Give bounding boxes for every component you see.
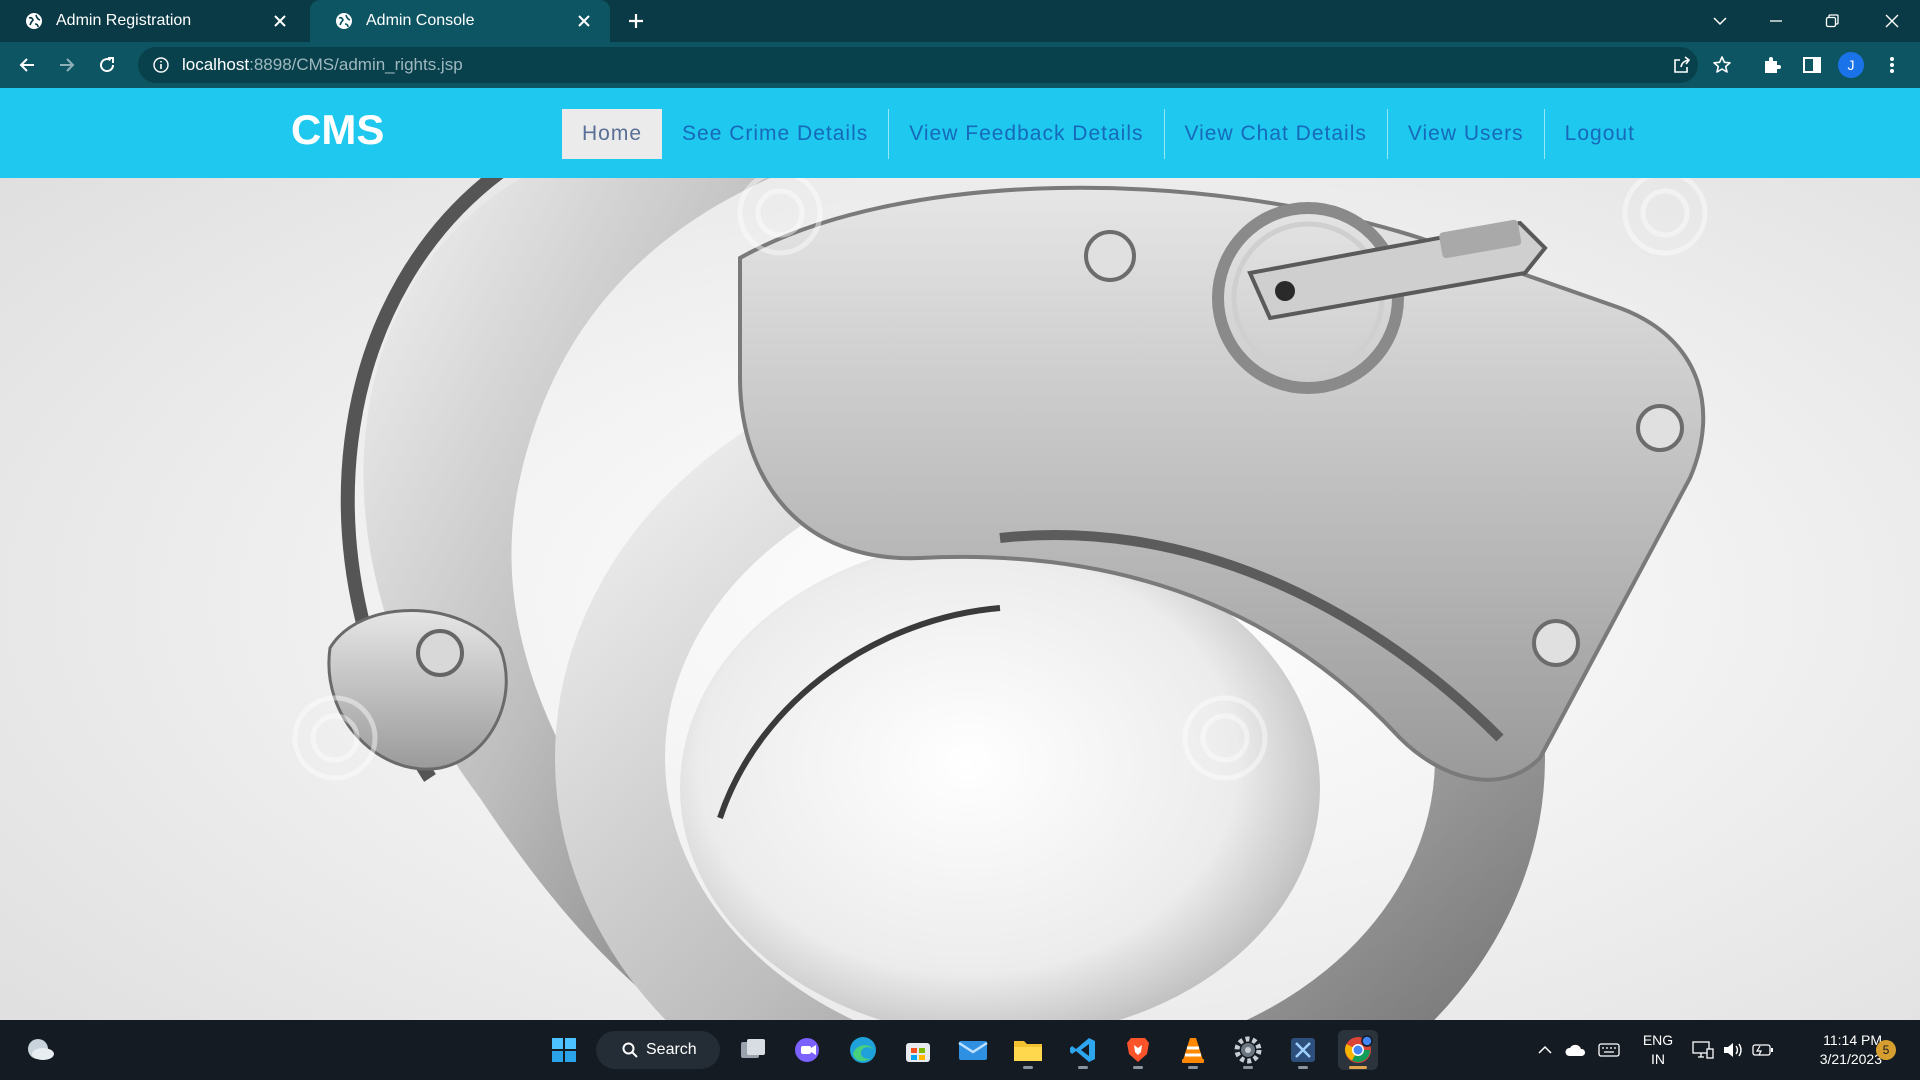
nav-view-chat-details[interactable]: View Chat Details — [1163, 109, 1387, 159]
onedrive-icon[interactable] — [1562, 1020, 1588, 1080]
search-label: Search — [646, 1041, 697, 1058]
sidepanel-icon — [1803, 57, 1821, 73]
extensions-button[interactable] — [1756, 49, 1788, 81]
vscode-icon[interactable] — [1063, 1030, 1103, 1070]
forward-icon — [60, 58, 75, 72]
close-icon[interactable] — [270, 11, 290, 31]
reload-button[interactable] — [91, 49, 123, 81]
minimize-icon — [1770, 20, 1782, 22]
handcuffs-hero-image — [292, 178, 1708, 1020]
forward-button[interactable] — [51, 49, 83, 81]
tab-title: Admin Registration — [56, 12, 192, 29]
tab-search-button[interactable] — [1692, 0, 1748, 42]
language-indicator[interactable]: ENG IN — [1640, 1031, 1676, 1069]
nav-logout[interactable]: Logout — [1543, 109, 1655, 159]
nav-home[interactable]: Home — [562, 109, 663, 159]
puzzle-icon — [1765, 57, 1781, 73]
running-indicator — [1188, 1066, 1198, 1069]
share-icon — [1674, 56, 1691, 73]
start-icon[interactable] — [544, 1030, 584, 1070]
back-button[interactable] — [11, 49, 43, 81]
site-navbar: CMS Home See Crime Details View Feedback… — [0, 88, 1920, 178]
snipping-icon[interactable] — [1283, 1030, 1323, 1070]
volume-icon[interactable] — [1720, 1020, 1746, 1080]
taskbar-search[interactable]: Search — [596, 1031, 720, 1069]
side-panel-button[interactable] — [1796, 49, 1828, 81]
nav-see-crime-details[interactable]: See Crime Details — [662, 109, 888, 159]
chevron-up-icon — [1538, 1045, 1552, 1054]
clock[interactable]: 11:14 PM 3/21/2023 — [1782, 1031, 1882, 1069]
tab-title: Admin Console — [366, 12, 475, 29]
browser-menu-button[interactable] — [1876, 49, 1908, 81]
url-path: :8898/CMS/admin_rights.jsp — [249, 55, 463, 74]
menu-icon — [1890, 57, 1894, 73]
web-page: CMS Home See Crime Details View Feedback… — [0, 88, 1920, 1020]
windows-taskbar: Search ENG IN 11:14 PM 3/21/2023 5 — [0, 1020, 1920, 1080]
plus-icon — [629, 14, 643, 28]
search-icon — [622, 1042, 638, 1058]
battery-icon[interactable] — [1750, 1020, 1776, 1080]
clock-date: 3/21/2023 — [1819, 1051, 1882, 1067]
brave-icon[interactable] — [1118, 1030, 1158, 1070]
tab-strip: Admin Registration Admin Console — [0, 0, 1920, 42]
address-bar[interactable]: localhost:8898/CMS/admin_rights.jsp — [138, 47, 1698, 83]
restore-button[interactable] — [1804, 0, 1860, 42]
back-icon — [19, 58, 34, 72]
new-tab-button[interactable] — [620, 8, 652, 34]
region-label: IN — [1651, 1051, 1665, 1067]
edge-icon[interactable] — [843, 1030, 883, 1070]
language-label: ENG — [1642, 1032, 1674, 1048]
browser-toolbar: localhost:8898/CMS/admin_rights.jsp J — [0, 42, 1920, 88]
globe-icon — [24, 11, 44, 31]
reload-icon — [100, 57, 115, 73]
close-icon — [1885, 14, 1899, 28]
running-indicator — [1023, 1066, 1033, 1069]
meet-icon[interactable] — [788, 1030, 828, 1070]
chevron-down-icon — [1713, 17, 1727, 26]
chrome-icon[interactable] — [1338, 1030, 1378, 1070]
clock-time: 11:14 PM — [1823, 1032, 1882, 1048]
store-icon[interactable] — [898, 1030, 938, 1070]
network-icon[interactable] — [1690, 1020, 1716, 1080]
close-window-button[interactable] — [1864, 0, 1920, 42]
tab-admin-console[interactable]: Admin Console — [310, 0, 610, 42]
share-button[interactable] — [1666, 49, 1698, 81]
profile-avatar[interactable]: J — [1838, 52, 1864, 78]
nav-view-users[interactable]: View Users — [1386, 109, 1544, 159]
globe-icon — [334, 11, 354, 31]
restore-icon — [1825, 14, 1839, 28]
running-indicator — [1298, 1066, 1308, 1069]
running-indicator — [1078, 1066, 1088, 1069]
nav-view-feedback-details[interactable]: View Feedback Details — [888, 109, 1163, 159]
show-hidden-icons[interactable] — [1534, 1020, 1556, 1080]
keyboard-icon[interactable] — [1596, 1020, 1622, 1080]
weather-icon[interactable] — [20, 1030, 60, 1070]
star-icon — [1713, 56, 1731, 73]
info-icon[interactable] — [150, 54, 172, 76]
main-nav: Home See Crime Details View Feedback Det… — [562, 109, 1655, 159]
running-indicator — [1349, 1066, 1367, 1069]
mail-icon[interactable] — [953, 1030, 993, 1070]
running-indicator — [1243, 1066, 1253, 1069]
close-icon[interactable] — [574, 11, 594, 31]
url-host: localhost — [182, 55, 250, 74]
vlc-icon[interactable] — [1173, 1030, 1213, 1070]
running-indicator — [1133, 1066, 1143, 1069]
tab-admin-registration[interactable]: Admin Registration — [0, 0, 306, 42]
site-brand[interactable]: CMS — [291, 106, 384, 154]
minimize-button[interactable] — [1748, 0, 1804, 42]
settings-icon[interactable] — [1228, 1030, 1268, 1070]
bookmark-button[interactable] — [1706, 49, 1738, 81]
task-view-icon[interactable] — [733, 1030, 773, 1070]
notification-badge[interactable]: 5 — [1876, 1040, 1896, 1060]
file-explorer-icon[interactable] — [1008, 1030, 1048, 1070]
url-text: localhost:8898/CMS/admin_rights.jsp — [182, 55, 463, 75]
